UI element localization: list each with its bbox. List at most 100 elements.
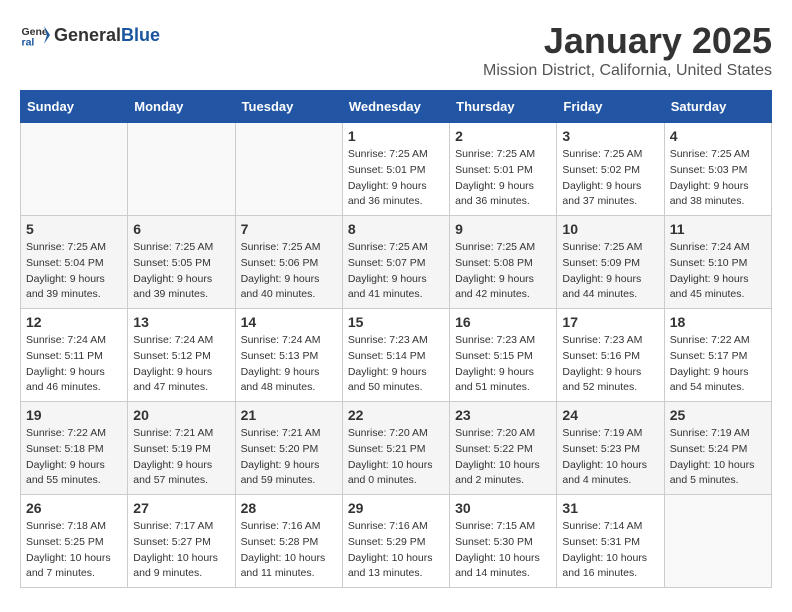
title-section: January 2025 Mission District, Californi… xyxy=(483,20,772,80)
day-number: 26 xyxy=(26,500,122,516)
day-info: Sunrise: 7:25 AM Sunset: 5:06 PM Dayligh… xyxy=(241,240,337,303)
day-info: Sunrise: 7:24 AM Sunset: 5:11 PM Dayligh… xyxy=(26,333,122,396)
day-number: 3 xyxy=(562,128,658,144)
day-cell: 28 Sunrise: 7:16 AM Sunset: 5:28 PM Dayli… xyxy=(235,495,342,588)
day-info: Sunrise: 7:20 AM Sunset: 5:21 PM Dayligh… xyxy=(348,426,444,489)
day-cell: 17 Sunrise: 7:23 AM Sunset: 5:16 PM Dayli… xyxy=(557,309,664,402)
day-info: Sunrise: 7:25 AM Sunset: 5:08 PM Dayligh… xyxy=(455,240,551,303)
day-cell: 16Sunrise: 7:23 AM Sunset: 5:15 PM Dayli… xyxy=(450,309,557,402)
day-cell xyxy=(664,495,771,588)
week-row-1: 1 Sunrise: 7:25 AM Sunset: 5:01 PM Daylig… xyxy=(21,123,772,216)
day-info: Sunrise: 7:23 AM Sunset: 5:16 PM Dayligh… xyxy=(562,333,658,396)
day-info: Sunrise: 7:14 AM Sunset: 5:31 PM Dayligh… xyxy=(562,519,658,582)
logo: Gene ral General Blue xyxy=(20,20,160,50)
day-info: Sunrise: 7:24 AM Sunset: 5:12 PM Dayligh… xyxy=(133,333,229,396)
day-cell: 13Sunrise: 7:24 AM Sunset: 5:12 PM Dayli… xyxy=(128,309,235,402)
weekday-header-saturday: Saturday xyxy=(664,91,771,123)
day-number: 2 xyxy=(455,128,551,144)
day-info: Sunrise: 7:19 AM Sunset: 5:23 PM Dayligh… xyxy=(562,426,658,489)
day-number: 14 xyxy=(241,314,337,330)
day-number: 20 xyxy=(133,407,229,423)
day-cell: 27 Sunrise: 7:17 AM Sunset: 5:27 PM Dayli… xyxy=(128,495,235,588)
day-number: 24 xyxy=(562,407,658,423)
day-cell: 1 Sunrise: 7:25 AM Sunset: 5:01 PM Daylig… xyxy=(342,123,449,216)
day-cell: 19 Sunrise: 7:22 AM Sunset: 5:18 PM Dayli… xyxy=(21,402,128,495)
day-number: 31 xyxy=(562,500,658,516)
logo-general-text: General xyxy=(54,25,121,46)
day-cell: 9 Sunrise: 7:25 AM Sunset: 5:08 PM Daylig… xyxy=(450,216,557,309)
calendar-subtitle: Mission District, California, United Sta… xyxy=(483,62,772,80)
day-cell: 6Sunrise: 7:25 AM Sunset: 5:05 PM Daylig… xyxy=(128,216,235,309)
day-info: Sunrise: 7:23 AM Sunset: 5:14 PM Dayligh… xyxy=(348,333,444,396)
day-cell: 31 Sunrise: 7:14 AM Sunset: 5:31 PM Dayli… xyxy=(557,495,664,588)
day-number: 10 xyxy=(562,221,658,237)
day-cell: 7 Sunrise: 7:25 AM Sunset: 5:06 PM Daylig… xyxy=(235,216,342,309)
day-info: Sunrise: 7:20 AM Sunset: 5:22 PM Dayligh… xyxy=(455,426,551,489)
day-cell: 11 Sunrise: 7:24 AM Sunset: 5:10 PM Dayli… xyxy=(664,216,771,309)
day-number: 23 xyxy=(455,407,551,423)
day-number: 21 xyxy=(241,407,337,423)
day-cell: 26 Sunrise: 7:18 AM Sunset: 5:25 PM Dayli… xyxy=(21,495,128,588)
day-info: Sunrise: 7:15 AM Sunset: 5:30 PM Dayligh… xyxy=(455,519,551,582)
day-cell: 29 Sunrise: 7:16 AM Sunset: 5:29 PM Dayli… xyxy=(342,495,449,588)
weekday-header-sunday: Sunday xyxy=(21,91,128,123)
day-cell xyxy=(128,123,235,216)
day-info: Sunrise: 7:25 AM Sunset: 5:03 PM Dayligh… xyxy=(670,147,766,210)
day-cell: 18Sunrise: 7:22 AM Sunset: 5:17 PM Dayli… xyxy=(664,309,771,402)
day-info: Sunrise: 7:22 AM Sunset: 5:17 PM Dayligh… xyxy=(670,333,766,396)
day-info: Sunrise: 7:16 AM Sunset: 5:28 PM Dayligh… xyxy=(241,519,337,582)
day-cell: 25 Sunrise: 7:19 AM Sunset: 5:24 PM Dayli… xyxy=(664,402,771,495)
day-info: Sunrise: 7:18 AM Sunset: 5:25 PM Dayligh… xyxy=(26,519,122,582)
day-number: 9 xyxy=(455,221,551,237)
day-info: Sunrise: 7:25 AM Sunset: 5:01 PM Dayligh… xyxy=(348,147,444,210)
day-number: 19 xyxy=(26,407,122,423)
day-cell xyxy=(21,123,128,216)
day-info: Sunrise: 7:21 AM Sunset: 5:19 PM Dayligh… xyxy=(133,426,229,489)
week-row-4: 19 Sunrise: 7:22 AM Sunset: 5:18 PM Dayli… xyxy=(21,402,772,495)
logo-blue-text: Blue xyxy=(121,25,160,46)
day-info: Sunrise: 7:22 AM Sunset: 5:18 PM Dayligh… xyxy=(26,426,122,489)
calendar-table: SundayMondayTuesdayWednesdayThursdayFrid… xyxy=(20,90,772,588)
day-info: Sunrise: 7:25 AM Sunset: 5:02 PM Dayligh… xyxy=(562,147,658,210)
day-number: 29 xyxy=(348,500,444,516)
svg-text:ral: ral xyxy=(22,37,35,49)
day-cell: 14Sunrise: 7:24 AM Sunset: 5:13 PM Dayli… xyxy=(235,309,342,402)
day-number: 27 xyxy=(133,500,229,516)
day-number: 7 xyxy=(241,221,337,237)
logo-icon: Gene ral xyxy=(20,20,50,50)
day-cell: 10Sunrise: 7:25 AM Sunset: 5:09 PM Dayli… xyxy=(557,216,664,309)
day-number: 22 xyxy=(348,407,444,423)
day-number: 16 xyxy=(455,314,551,330)
day-cell: 12Sunrise: 7:24 AM Sunset: 5:11 PM Dayli… xyxy=(21,309,128,402)
day-number: 25 xyxy=(670,407,766,423)
day-number: 11 xyxy=(670,221,766,237)
day-number: 1 xyxy=(348,128,444,144)
calendar-title: January 2025 xyxy=(483,20,772,62)
day-info: Sunrise: 7:19 AM Sunset: 5:24 PM Dayligh… xyxy=(670,426,766,489)
day-number: 5 xyxy=(26,221,122,237)
day-info: Sunrise: 7:17 AM Sunset: 5:27 PM Dayligh… xyxy=(133,519,229,582)
day-number: 17 xyxy=(562,314,658,330)
day-cell: 2Sunrise: 7:25 AM Sunset: 5:01 PM Daylig… xyxy=(450,123,557,216)
header: Gene ral General Blue January 2025 Missi… xyxy=(20,20,772,80)
weekday-header-row: SundayMondayTuesdayWednesdayThursdayFrid… xyxy=(21,91,772,123)
day-cell: 24 Sunrise: 7:19 AM Sunset: 5:23 PM Dayli… xyxy=(557,402,664,495)
day-cell: 3 Sunrise: 7:25 AM Sunset: 5:02 PM Daylig… xyxy=(557,123,664,216)
week-row-3: 12Sunrise: 7:24 AM Sunset: 5:11 PM Dayli… xyxy=(21,309,772,402)
week-row-5: 26 Sunrise: 7:18 AM Sunset: 5:25 PM Dayli… xyxy=(21,495,772,588)
day-cell xyxy=(235,123,342,216)
day-info: Sunrise: 7:24 AM Sunset: 5:10 PM Dayligh… xyxy=(670,240,766,303)
day-cell: 15 Sunrise: 7:23 AM Sunset: 5:14 PM Dayli… xyxy=(342,309,449,402)
weekday-header-monday: Monday xyxy=(128,91,235,123)
day-cell: 8Sunrise: 7:25 AM Sunset: 5:07 PM Daylig… xyxy=(342,216,449,309)
day-number: 6 xyxy=(133,221,229,237)
day-number: 28 xyxy=(241,500,337,516)
day-cell: 5 Sunrise: 7:25 AM Sunset: 5:04 PM Daylig… xyxy=(21,216,128,309)
day-info: Sunrise: 7:25 AM Sunset: 5:04 PM Dayligh… xyxy=(26,240,122,303)
weekday-header-friday: Friday xyxy=(557,91,664,123)
day-info: Sunrise: 7:16 AM Sunset: 5:29 PM Dayligh… xyxy=(348,519,444,582)
day-cell: 22 Sunrise: 7:20 AM Sunset: 5:21 PM Dayli… xyxy=(342,402,449,495)
weekday-header-tuesday: Tuesday xyxy=(235,91,342,123)
day-number: 15 xyxy=(348,314,444,330)
day-number: 8 xyxy=(348,221,444,237)
